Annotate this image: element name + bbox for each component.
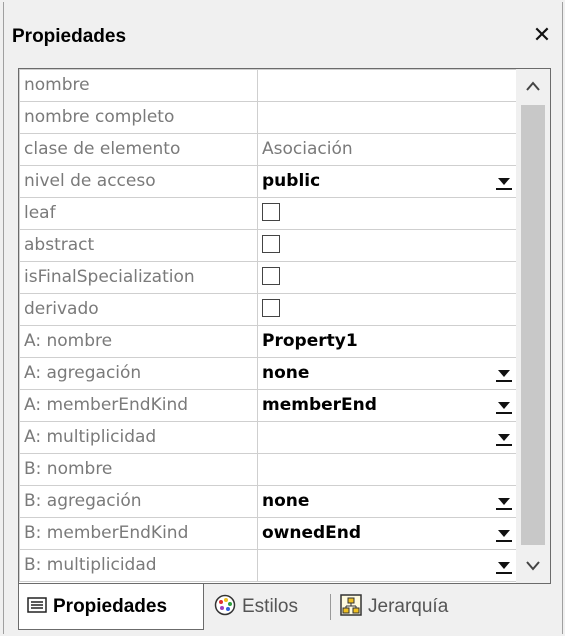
property-row[interactable]: isFinalSpecialization bbox=[19, 261, 523, 294]
property-value-text: public bbox=[262, 171, 321, 191]
dropdown-arrow-icon[interactable] bbox=[496, 423, 514, 453]
property-row[interactable]: clase de elemento Asociación bbox=[19, 133, 523, 166]
property-table: nombre nombre completo clase de elemento As… bbox=[19, 69, 523, 582]
property-value[interactable]: Property1 bbox=[257, 325, 523, 358]
property-value[interactable] bbox=[257, 197, 523, 230]
property-name: A: multiplicidad bbox=[19, 421, 258, 454]
property-row[interactable]: leaf bbox=[19, 197, 523, 230]
property-row[interactable]: nombre bbox=[19, 69, 523, 102]
property-row[interactable]: derivado bbox=[19, 293, 523, 326]
close-icon: ✕ bbox=[532, 23, 552, 48]
dropdown-arrow-icon[interactable] bbox=[496, 551, 514, 581]
property-row[interactable]: nombre completo bbox=[19, 101, 523, 134]
property-name: A: memberEndKind bbox=[19, 389, 258, 422]
property-name: A: agregación bbox=[19, 357, 258, 390]
tab-estilos[interactable]: Estilos bbox=[214, 584, 324, 630]
property-value[interactable] bbox=[257, 69, 523, 102]
dropdown-arrow-icon[interactable] bbox=[496, 359, 514, 389]
property-name: nombre completo bbox=[19, 101, 258, 134]
property-row[interactable]: B: multiplicidad bbox=[19, 549, 523, 582]
property-value[interactable]: memberEnd bbox=[257, 389, 523, 422]
dropdown-arrow-icon[interactable] bbox=[496, 391, 514, 421]
property-name: B: memberEndKind bbox=[19, 517, 258, 550]
property-row[interactable]: A: nombre Property1 bbox=[19, 325, 523, 358]
properties-panel: Propiedades ✕ nombre nombre completo clase… bbox=[0, 0, 565, 636]
tab-label: Propiedades bbox=[53, 596, 168, 617]
property-row[interactable]: B: memberEndKind ownedEnd bbox=[19, 517, 523, 550]
property-value[interactable] bbox=[257, 101, 523, 134]
property-grid: nombre nombre completo clase de elemento As… bbox=[18, 68, 551, 584]
property-value: Asociación bbox=[257, 133, 523, 166]
property-value-text: ownedEnd bbox=[262, 523, 362, 543]
chevron-up-icon bbox=[526, 81, 540, 91]
property-value[interactable]: ownedEnd bbox=[257, 517, 523, 550]
dropdown-arrow-icon[interactable] bbox=[496, 487, 514, 517]
property-name: clase de elemento bbox=[19, 133, 258, 166]
scroll-thumb[interactable] bbox=[521, 105, 545, 545]
property-value-text: none bbox=[262, 363, 310, 383]
property-row[interactable]: A: agregación none bbox=[19, 357, 523, 390]
property-value[interactable] bbox=[257, 453, 523, 486]
property-row[interactable]: nivel de acceso public bbox=[19, 165, 523, 198]
property-value[interactable] bbox=[257, 293, 523, 326]
panel-title: Propiedades bbox=[12, 26, 127, 47]
property-value[interactable]: none bbox=[257, 357, 523, 390]
property-row[interactable]: B: agregación none bbox=[19, 485, 523, 518]
property-value[interactable] bbox=[257, 421, 523, 454]
close-button[interactable]: ✕ bbox=[528, 22, 556, 50]
property-checkbox[interactable] bbox=[262, 234, 280, 253]
tab-jerarquia[interactable]: Jerarquía bbox=[340, 584, 490, 630]
property-checkbox[interactable] bbox=[262, 202, 280, 221]
property-value[interactable] bbox=[257, 229, 523, 262]
tab-label: Jerarquía bbox=[368, 596, 449, 617]
property-name: A: nombre bbox=[19, 325, 258, 358]
property-name: isFinalSpecialization bbox=[19, 261, 258, 294]
tab-propiedades[interactable]: Propiedades bbox=[18, 584, 204, 630]
property-name: B: multiplicidad bbox=[19, 549, 258, 582]
tab-label: Estilos bbox=[242, 596, 298, 617]
property-row[interactable]: B: nombre bbox=[19, 453, 523, 486]
property-name: B: nombre bbox=[19, 453, 258, 486]
property-value-text: memberEnd bbox=[262, 395, 377, 415]
property-value-text: Asociación bbox=[262, 139, 353, 159]
property-name: derivado bbox=[19, 293, 258, 326]
property-checkbox[interactable] bbox=[262, 266, 280, 285]
property-value[interactable] bbox=[257, 549, 523, 582]
property-value[interactable]: none bbox=[257, 485, 523, 518]
property-value-text: Property1 bbox=[262, 331, 358, 351]
property-name: nombre bbox=[19, 69, 258, 102]
property-name: B: agregación bbox=[19, 485, 258, 518]
palette-icon bbox=[214, 595, 236, 616]
chevron-down-icon bbox=[526, 561, 540, 571]
scroll-down-button[interactable] bbox=[516, 549, 550, 583]
vertical-scrollbar[interactable] bbox=[516, 69, 550, 583]
hierarchy-icon bbox=[340, 594, 362, 617]
title-bar: Propiedades ✕ bbox=[4, 14, 560, 58]
property-row[interactable]: A: multiplicidad bbox=[19, 421, 523, 454]
property-value[interactable]: public bbox=[257, 165, 523, 198]
properties-list-icon bbox=[27, 597, 47, 614]
dropdown-arrow-icon[interactable] bbox=[496, 519, 514, 549]
scroll-up-button[interactable] bbox=[516, 69, 550, 103]
tab-bar: Propiedades Estilos Jerarquía bbox=[18, 584, 551, 630]
property-name: leaf bbox=[19, 197, 258, 230]
tab-separator bbox=[330, 594, 331, 620]
property-value-text: none bbox=[262, 491, 310, 511]
property-row[interactable]: abstract bbox=[19, 229, 523, 262]
property-row[interactable]: A: memberEndKind memberEnd bbox=[19, 389, 523, 422]
property-name: nivel de acceso bbox=[19, 165, 258, 198]
dropdown-arrow-icon[interactable] bbox=[496, 167, 514, 197]
property-value[interactable] bbox=[257, 261, 523, 294]
property-name: abstract bbox=[19, 229, 258, 262]
property-checkbox[interactable] bbox=[262, 298, 280, 317]
